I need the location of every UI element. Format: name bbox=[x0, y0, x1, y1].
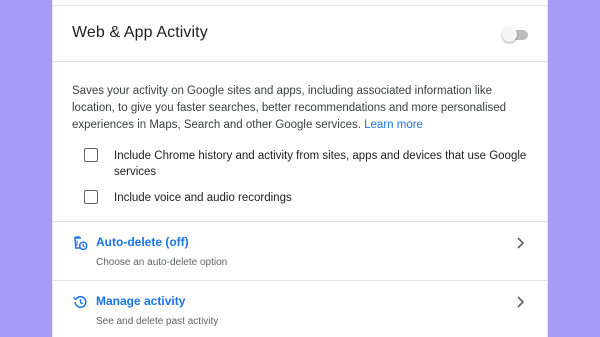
auto-delete-icon bbox=[74, 236, 88, 251]
auto-delete-row[interactable]: Auto-delete (off) Choose an auto-delete … bbox=[53, 221, 547, 281]
card-header: Web & App Activity bbox=[53, 6, 547, 62]
manage-activity-title: Manage activity bbox=[96, 294, 186, 308]
activity-toggle[interactable] bbox=[502, 26, 530, 42]
chevron-right-icon bbox=[517, 237, 525, 249]
chevron-right-icon bbox=[517, 296, 525, 308]
voice-audio-checkbox[interactable] bbox=[84, 190, 98, 204]
web-app-activity-card: Web & App Activity Saves your activity o… bbox=[52, 0, 548, 337]
voice-audio-label[interactable]: Include voice and audio recordings bbox=[114, 190, 534, 206]
chrome-history-checkbox[interactable] bbox=[84, 148, 98, 162]
description: Saves your activity on Google sites and … bbox=[72, 83, 532, 134]
manage-activity-subtitle: See and delete past activity bbox=[96, 316, 219, 327]
chrome-history-label[interactable]: Include Chrome history and activity from… bbox=[114, 148, 534, 180]
toggle-thumb bbox=[502, 27, 517, 42]
auto-delete-title: Auto-delete (off) bbox=[96, 235, 189, 249]
manage-activity-row[interactable]: Manage activity See and delete past acti… bbox=[53, 280, 547, 337]
auto-delete-subtitle: Choose an auto-delete option bbox=[96, 257, 228, 268]
history-icon bbox=[72, 295, 87, 308]
learn-more-link[interactable]: Learn more bbox=[364, 119, 423, 131]
description-text: Saves your activity on Google sites and … bbox=[72, 85, 507, 131]
page-title: Web & App Activity bbox=[72, 24, 208, 41]
